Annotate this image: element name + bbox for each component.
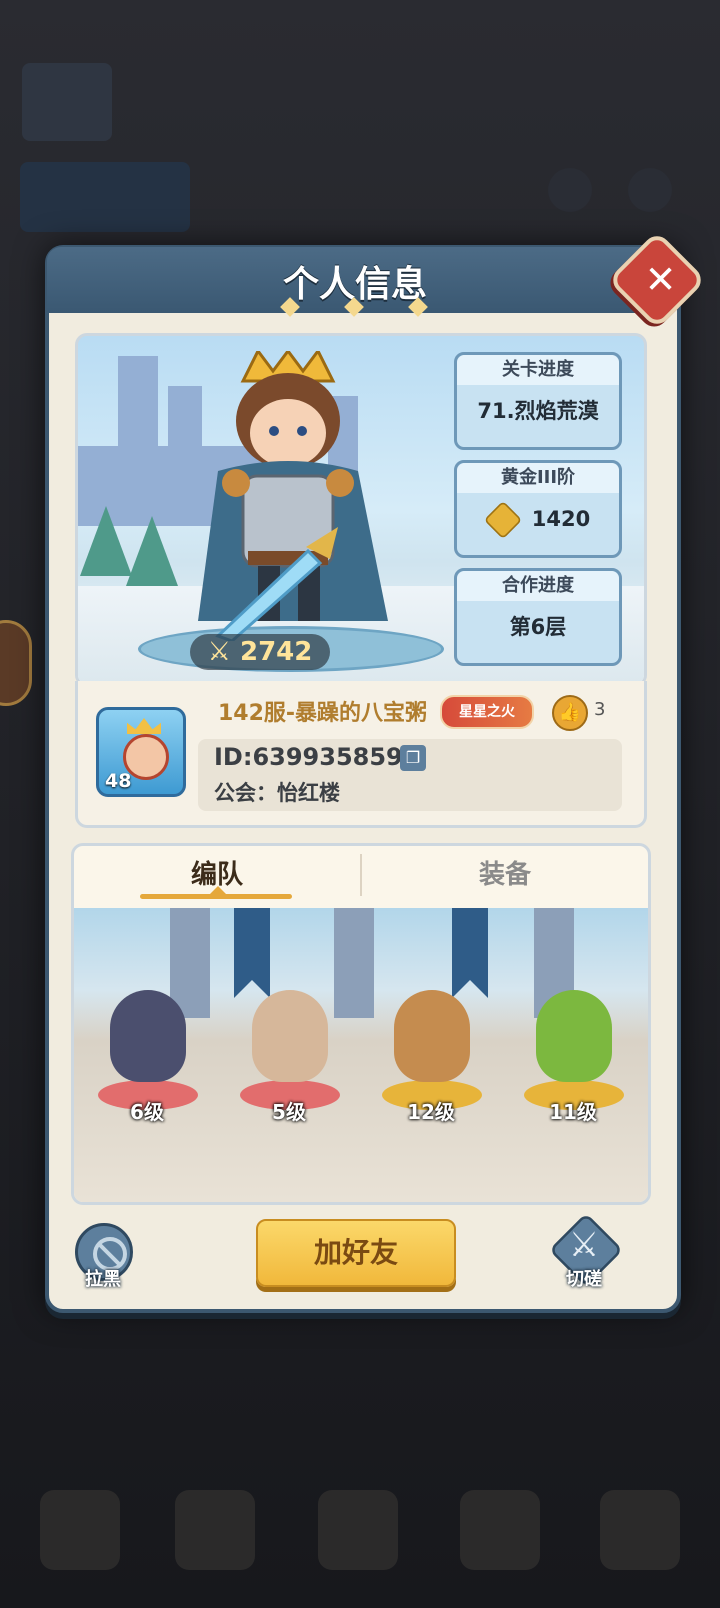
id-box: ID:639935859 ❐ 公会：怡红楼 [198, 739, 622, 811]
block-label: 拉黑 [85, 1269, 121, 1290]
unit-level: 11级 [549, 1100, 597, 1124]
active-tab-pointer [210, 886, 226, 894]
stage-progress-card: 关卡进度 71.烈焰荒漠 [454, 352, 622, 450]
combat-power-value: 2742 [240, 637, 313, 667]
combat-power-badge: ⚔ 2742 [190, 634, 330, 670]
copy-icon[interactable]: ❐ [400, 745, 426, 771]
hero-character [198, 351, 388, 641]
unit-level: 12级 [407, 1100, 455, 1124]
rank-label: 黄金III阶 [457, 463, 619, 493]
player-name: 142服-暴躁的八宝粥 [218, 701, 428, 726]
unit-level: 5级 [272, 1100, 306, 1124]
crown-icon [127, 718, 161, 734]
background-avatar [22, 63, 112, 141]
active-tab-indicator [140, 894, 292, 899]
background-nav-item [600, 1490, 680, 1570]
team-unit[interactable]: 12级 [366, 980, 496, 1124]
block-button[interactable]: 拉黑 [71, 1223, 135, 1293]
background-side-icon [0, 620, 32, 706]
background-nav-item [318, 1490, 398, 1570]
tab-equipment[interactable]: 装备 [362, 846, 648, 904]
team-unit[interactable]: 5级 [224, 980, 354, 1124]
unit-sprite [252, 990, 328, 1082]
tree [126, 516, 178, 586]
unit-sprite [394, 990, 470, 1082]
stage-progress-value: 71.烈焰荒漠 [477, 399, 599, 423]
rank-emblem-icon [483, 500, 522, 540]
crossed-swords-icon: ⚔ [568, 1225, 600, 1265]
avatar[interactable]: 48 [96, 707, 186, 797]
rank-card: 黄金III阶 1420 [454, 460, 622, 558]
background-icon [628, 168, 672, 212]
lineup-panel: 编队 装备 6级 5级 12级 11级 [71, 843, 651, 1205]
title-badge[interactable]: 星星之火 [440, 695, 534, 729]
background-nav-item [460, 1490, 540, 1570]
thumbs-up-icon[interactable]: 👍 [552, 695, 588, 731]
team-arena: 6级 5级 12级 11级 [74, 908, 648, 1202]
spar-label: 切磋 [566, 1269, 602, 1290]
player-level: 48 [105, 770, 132, 792]
team-unit[interactable]: 11级 [508, 980, 638, 1124]
add-friend-button[interactable]: 加好友 [256, 1219, 456, 1287]
unit-sprite [110, 990, 186, 1082]
background-nav-item [40, 1490, 120, 1570]
rank-points: 1420 [531, 507, 591, 531]
modal-header: 个人信息 [47, 247, 663, 317]
unit-sprite [536, 990, 612, 1082]
rank-value-row: 1420 [457, 499, 619, 540]
coop-progress-card: 合作进度 第6层 [454, 568, 622, 666]
guild-name: 公会：怡红楼 [214, 781, 340, 805]
close-icon: ✕ [644, 257, 677, 302]
spar-button[interactable]: ⚔ 切磋 [548, 1212, 624, 1293]
player-info: 48 142服-暴躁的八宝粥 星星之火 👍 3 ID:639935859 ❐ 公… [75, 681, 647, 828]
coop-progress-value: 第6层 [509, 615, 567, 639]
background-event-banner [20, 162, 190, 232]
like-count: 3 [594, 699, 606, 720]
profile-modal: 个人信息 ⚔ 2742 关卡进度 71.烈焰荒漠 黄金III阶 1420 合作进… [45, 245, 681, 1313]
unit-level: 6级 [130, 1100, 164, 1124]
background-top-bar [0, 55, 720, 145]
background-bottom-nav [0, 1450, 720, 1608]
player-id: ID:639935859 [214, 743, 403, 771]
stage-progress-label: 关卡进度 [457, 355, 619, 385]
coop-progress-label: 合作进度 [457, 571, 619, 601]
background-icon [548, 168, 592, 212]
hero-showcase: ⚔ 2742 关卡进度 71.烈焰荒漠 黄金III阶 1420 合作进度 第6层 [75, 333, 647, 687]
tree [80, 506, 132, 576]
sword-icon: ⚔ [207, 637, 240, 667]
team-unit[interactable]: 6级 [82, 980, 212, 1124]
background-nav-item [175, 1490, 255, 1570]
